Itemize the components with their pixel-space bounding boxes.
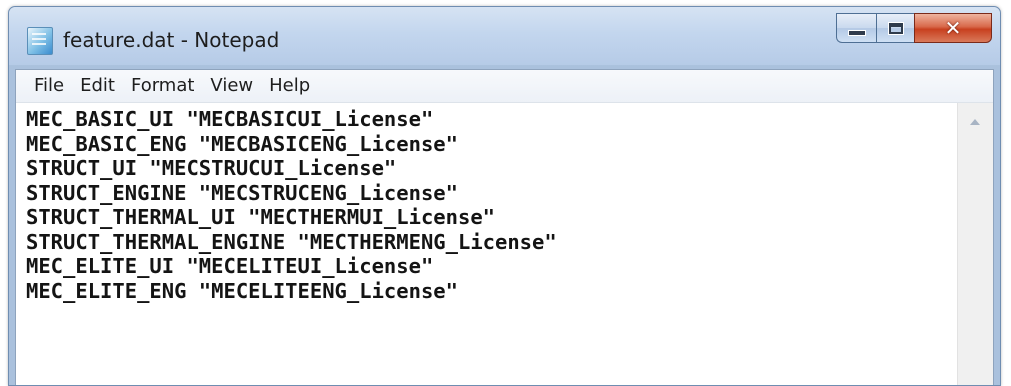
text-line: MEC_ELITE_UI "MECELITEUI_License"	[26, 254, 434, 278]
minimize-icon	[847, 30, 866, 36]
menu-format[interactable]: Format	[123, 70, 202, 102]
title-bar[interactable]: feature.dat - Notepad ✕	[9, 7, 1000, 65]
maximize-icon	[887, 21, 904, 35]
notepad-window: feature.dat - Notepad ✕ File Edit Format…	[8, 6, 1001, 386]
minimize-button[interactable]	[836, 13, 876, 43]
vertical-scrollbar[interactable]	[957, 103, 993, 385]
menu-edit[interactable]: Edit	[72, 70, 123, 102]
close-button[interactable]: ✕	[914, 13, 992, 43]
text-editor[interactable]: MEC_BASIC_UI "MECBASICUI_License" MEC_BA…	[16, 103, 957, 385]
menu-bar: File Edit Format View Help	[16, 70, 993, 103]
maximize-button[interactable]	[876, 13, 914, 43]
window-title: feature.dat - Notepad	[63, 28, 280, 52]
caption-buttons: ✕	[836, 13, 992, 43]
text-line: STRUCT_THERMAL_ENGINE "MECTHERMENG_Licen…	[26, 229, 557, 254]
text-line: MEC_ELITE_ENG "MECELITEENG_License"	[26, 278, 458, 303]
menu-view[interactable]: View	[202, 70, 261, 102]
notepad-icon[interactable]	[27, 27, 53, 55]
scroll-up-arrow-icon[interactable]	[970, 119, 980, 125]
client-area: File Edit Format View Help MEC_BASIC_UI …	[15, 69, 994, 385]
text-line: STRUCT_ENGINE "MECSTRUCENG_License"	[26, 180, 458, 205]
menu-help[interactable]: Help	[261, 70, 318, 102]
menu-file[interactable]: File	[26, 70, 72, 102]
text-line: STRUCT_UI "MECSTRUCUI_License"	[26, 156, 397, 180]
text-line: MEC_BASIC_ENG "MECBASICENG_License"	[26, 131, 458, 156]
close-icon: ✕	[944, 16, 962, 40]
text-line: STRUCT_THERMAL_UI "MECTHERMUI_License"	[26, 205, 495, 229]
text-line: MEC_BASIC_UI "MECBASICUI_License"	[26, 107, 434, 131]
